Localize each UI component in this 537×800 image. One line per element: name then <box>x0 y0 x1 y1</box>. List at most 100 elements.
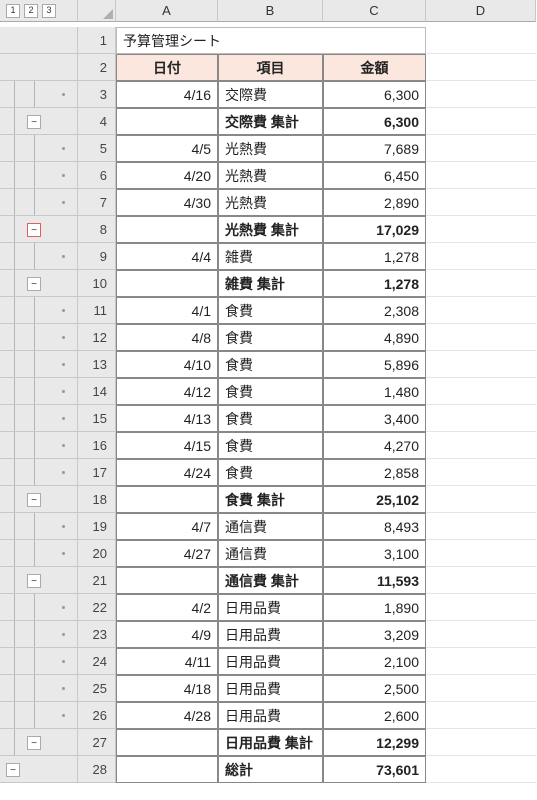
cell-amount[interactable]: 1,278 <box>323 270 426 297</box>
header-item[interactable]: 項目 <box>218 54 323 81</box>
column-header-b[interactable]: B <box>218 0 323 22</box>
column-header-c[interactable]: C <box>323 0 426 22</box>
outline-collapse-button[interactable]: − <box>6 763 20 777</box>
cell-empty-d[interactable] <box>426 216 536 243</box>
cell-date[interactable]: 4/30 <box>116 189 218 216</box>
cell-empty-d[interactable] <box>426 729 536 756</box>
cell-item[interactable]: 食費 <box>218 378 323 405</box>
cell-date[interactable]: 4/4 <box>116 243 218 270</box>
cell-empty-d[interactable] <box>426 540 536 567</box>
cell-item[interactable]: 光熱費 <box>218 135 323 162</box>
cell-item[interactable]: 食費 <box>218 405 323 432</box>
cell-date[interactable] <box>116 108 218 135</box>
cell-date[interactable]: 4/11 <box>116 648 218 675</box>
cell-item[interactable]: 食費 集計 <box>218 486 323 513</box>
cell-item[interactable]: 日用品費 <box>218 594 323 621</box>
cell-empty-d[interactable] <box>426 270 536 297</box>
cell-amount[interactable]: 5,896 <box>323 351 426 378</box>
row-header-3[interactable]: 3 <box>78 81 116 108</box>
cell-empty-d[interactable] <box>426 621 536 648</box>
cell-amount[interactable]: 2,500 <box>323 675 426 702</box>
cell-empty-d[interactable] <box>426 162 536 189</box>
row-header-2[interactable]: 2 <box>78 54 116 81</box>
cell-empty-d[interactable] <box>426 189 536 216</box>
cell-item[interactable]: 光熱費 <box>218 189 323 216</box>
row-header-26[interactable]: 26 <box>78 702 116 729</box>
cell-empty-d[interactable] <box>426 459 536 486</box>
cell-item[interactable]: 日用品費 <box>218 675 323 702</box>
row-header-11[interactable]: 11 <box>78 297 116 324</box>
outline-collapse-button[interactable]: − <box>27 115 41 129</box>
cell-amount[interactable]: 1,480 <box>323 378 426 405</box>
row-header-4[interactable]: 4 <box>78 108 116 135</box>
row-header-8[interactable]: 8 <box>78 216 116 243</box>
cell-empty-d[interactable] <box>426 675 536 702</box>
cell-empty-d[interactable] <box>426 432 536 459</box>
row-header-24[interactable]: 24 <box>78 648 116 675</box>
cell-amount[interactable]: 3,209 <box>323 621 426 648</box>
row-header-9[interactable]: 9 <box>78 243 116 270</box>
cell-amount[interactable]: 1,278 <box>323 243 426 270</box>
row-header-15[interactable]: 15 <box>78 405 116 432</box>
cell-item[interactable]: 総計 <box>218 756 323 783</box>
row-header-20[interactable]: 20 <box>78 540 116 567</box>
cell-date[interactable]: 4/7 <box>116 513 218 540</box>
cell-amount[interactable]: 3,400 <box>323 405 426 432</box>
cell-amount[interactable]: 73,601 <box>323 756 426 783</box>
cell-date[interactable]: 4/20 <box>116 162 218 189</box>
cell-empty-d[interactable] <box>426 378 536 405</box>
cell-d2[interactable] <box>426 54 536 81</box>
row-header-27[interactable]: 27 <box>78 729 116 756</box>
cell-amount[interactable]: 2,308 <box>323 297 426 324</box>
cell-item[interactable]: 通信費 <box>218 513 323 540</box>
cell-date[interactable] <box>116 567 218 594</box>
row-header-17[interactable]: 17 <box>78 459 116 486</box>
outline-level-1-button[interactable]: 1 <box>6 4 20 18</box>
cell-amount[interactable]: 12,299 <box>323 729 426 756</box>
outline-collapse-button[interactable]: − <box>27 574 41 588</box>
row-header-22[interactable]: 22 <box>78 594 116 621</box>
cell-date[interactable]: 4/18 <box>116 675 218 702</box>
cell-item[interactable]: 通信費 <box>218 540 323 567</box>
row-header-19[interactable]: 19 <box>78 513 116 540</box>
cell-item[interactable]: 日用品費 <box>218 702 323 729</box>
column-header-d[interactable]: D <box>426 0 536 22</box>
cell-empty-d[interactable] <box>426 243 536 270</box>
cell-date[interactable]: 4/12 <box>116 378 218 405</box>
row-header-14[interactable]: 14 <box>78 378 116 405</box>
cell-empty-d[interactable] <box>426 324 536 351</box>
cell-item[interactable]: 食費 <box>218 432 323 459</box>
cell-amount[interactable]: 17,029 <box>323 216 426 243</box>
row-header-25[interactable]: 25 <box>78 675 116 702</box>
cell-date[interactable] <box>116 486 218 513</box>
row-header-5[interactable]: 5 <box>78 135 116 162</box>
cell-empty-d[interactable] <box>426 648 536 675</box>
row-header-6[interactable]: 6 <box>78 162 116 189</box>
cell-amount[interactable]: 6,450 <box>323 162 426 189</box>
cell-item[interactable]: 食費 <box>218 351 323 378</box>
outline-level-2-button[interactable]: 2 <box>24 4 38 18</box>
cell-empty-d[interactable] <box>426 297 536 324</box>
cell-empty-d[interactable] <box>426 351 536 378</box>
cell-amount[interactable]: 25,102 <box>323 486 426 513</box>
row-header-12[interactable]: 12 <box>78 324 116 351</box>
outline-collapse-button[interactable]: − <box>27 223 41 237</box>
cell-amount[interactable]: 1,890 <box>323 594 426 621</box>
cell-amount[interactable]: 2,100 <box>323 648 426 675</box>
cell-date[interactable]: 4/27 <box>116 540 218 567</box>
cell-item[interactable]: 光熱費 集計 <box>218 216 323 243</box>
cell-item[interactable]: 雑費 <box>218 243 323 270</box>
cell-date[interactable]: 4/2 <box>116 594 218 621</box>
cell-item[interactable]: 光熱費 <box>218 162 323 189</box>
cell-amount[interactable]: 2,858 <box>323 459 426 486</box>
outline-collapse-button[interactable]: − <box>27 736 41 750</box>
cell-item[interactable]: 雑費 集計 <box>218 270 323 297</box>
cell-amount[interactable]: 7,689 <box>323 135 426 162</box>
cell-date[interactable]: 4/13 <box>116 405 218 432</box>
cell-item[interactable]: 食費 <box>218 324 323 351</box>
cell-item[interactable]: 通信費 集計 <box>218 567 323 594</box>
header-amount[interactable]: 金額 <box>323 54 426 81</box>
row-header-18[interactable]: 18 <box>78 486 116 513</box>
cell-item[interactable]: 食費 <box>218 297 323 324</box>
cell-date[interactable]: 4/5 <box>116 135 218 162</box>
